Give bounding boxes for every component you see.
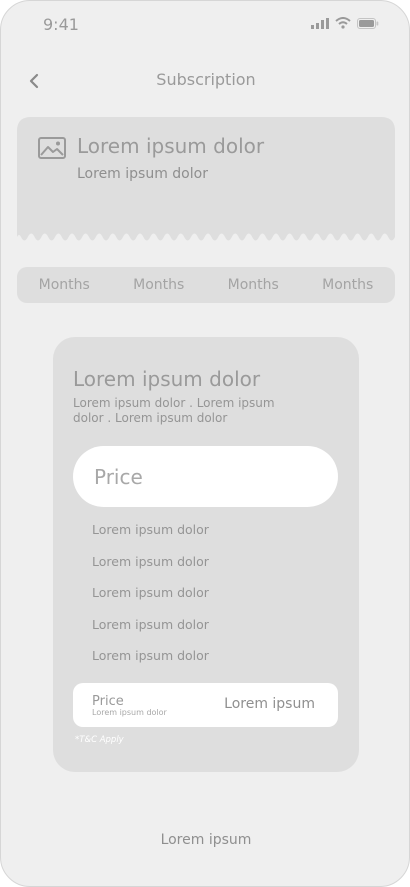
summary-price: Price [92, 694, 124, 709]
feature-list: Lorem ipsum dolor Lorem ipsum dolor Lore… [92, 522, 209, 680]
tab-months-1[interactable]: Months [17, 267, 112, 303]
banner-subtitle: Lorem ipsum dolor [77, 166, 208, 182]
price-pill: Price [73, 446, 338, 507]
plan-description: Lorem ipsum dolor . Lorem ipsum dolor . … [73, 396, 275, 425]
plan-title: Lorem ipsum dolor [73, 367, 261, 391]
feature-item: Lorem ipsum dolor [92, 553, 209, 569]
feature-item: Lorem ipsum dolor [92, 522, 209, 537]
feature-item: Lorem ipsum dolor [92, 585, 209, 601]
tab-months-2[interactable]: Months [112, 267, 207, 303]
plan-card: Lorem ipsum dolor Lorem ipsum dolor . Lo… [53, 337, 359, 772]
tab-months-4[interactable]: Months [301, 267, 396, 303]
battery-icon [357, 17, 379, 29]
image-icon [38, 137, 66, 159]
duration-tabs: Months Months Months Months [17, 267, 395, 303]
summary-action: Lorem ipsum [224, 696, 315, 712]
banner-title: Lorem ipsum dolor [77, 134, 265, 158]
status-time: 9:41 [43, 15, 79, 34]
signal-icon [311, 17, 329, 29]
feature-item: Lorem ipsum dolor [92, 616, 209, 632]
feature-item: Lorem ipsum dolor [92, 648, 209, 664]
terms-note[interactable]: *T&C Apply [75, 735, 124, 745]
price-label: Price [94, 465, 143, 489]
page-title: Subscription [156, 70, 256, 89]
wifi-icon [335, 17, 351, 29]
subscribe-button[interactable]: Price Lorem ipsum dolor Lorem ipsum [73, 683, 338, 727]
phone-frame: 9:41 Subscription Lorem ipsum dolor Lore… [0, 0, 410, 887]
summary-price-sub: Lorem ipsum dolor [92, 708, 167, 717]
footer-link[interactable]: Lorem ipsum [1, 832, 409, 848]
banner: Lorem ipsum dolor Lorem ipsum dolor [17, 117, 395, 244]
tab-months-3[interactable]: Months [206, 267, 301, 303]
status-icons [311, 17, 379, 29]
